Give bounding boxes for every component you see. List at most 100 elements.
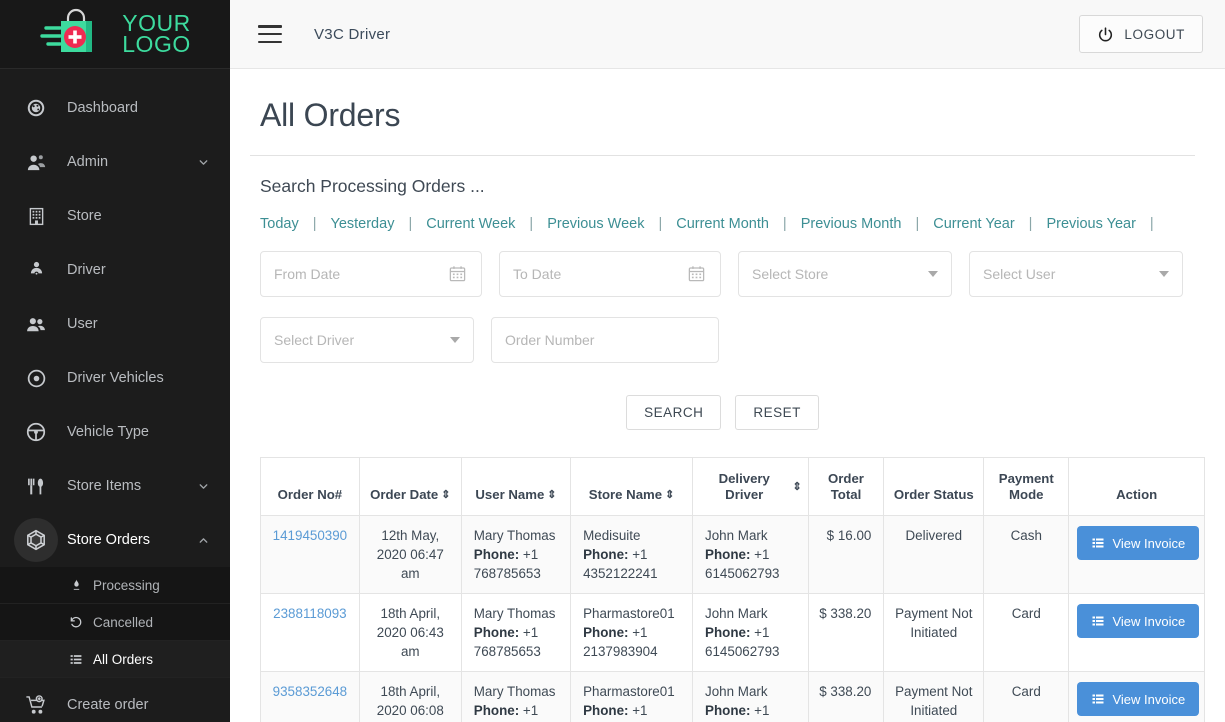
- table-header-row: Order No# Order Date ⇕ User Name ⇕ Store N…: [260, 457, 1205, 516]
- col-store-name[interactable]: Store Name ⇕: [570, 457, 694, 516]
- view-invoice-label: View Invoice: [1112, 613, 1186, 629]
- table-row: 9358352648 18th April, 2020 06:08 Mary T…: [260, 671, 1205, 722]
- order-number-link[interactable]: 2388118093: [273, 606, 346, 621]
- view-invoice-button[interactable]: View Invoice: [1077, 604, 1200, 638]
- sidebar-item-label: Vehicle Type: [67, 424, 149, 440]
- brand-logo-text: YOUR LOGO: [122, 12, 190, 56]
- driver-name: John Mark: [705, 684, 768, 699]
- calendar-icon[interactable]: [448, 264, 468, 284]
- order-number-placeholder: Order Number: [505, 332, 595, 348]
- sidebar-item-label: User: [67, 316, 98, 332]
- quick-filter-previous-year[interactable]: Previous Year: [1046, 216, 1135, 232]
- sidebar-item-store-orders[interactable]: Store Orders: [0, 513, 230, 567]
- chevron-up-icon[interactable]: [196, 533, 210, 547]
- sidebar-item-user[interactable]: User: [0, 297, 230, 351]
- quick-filter-current-week[interactable]: Current Week: [426, 216, 515, 232]
- cell-action: View Invoice: [1068, 593, 1205, 672]
- separator: |: [529, 216, 534, 232]
- quick-filter-current-year[interactable]: Current Year: [933, 216, 1014, 232]
- driver-name: John Mark: [705, 528, 768, 543]
- view-invoice-button[interactable]: View Invoice: [1077, 526, 1200, 560]
- sidebar-subitem-all-orders[interactable]: All Orders: [0, 641, 230, 678]
- user-phone: +1: [522, 703, 539, 718]
- sidebar-item-store-items[interactable]: Store Items: [0, 459, 230, 513]
- col-action: Action: [1068, 457, 1205, 516]
- sidebar-item-store[interactable]: Store: [0, 189, 230, 243]
- phone-label: Phone:: [473, 547, 520, 562]
- order-number-input[interactable]: Order Number: [491, 317, 719, 363]
- col-delivery-driver[interactable]: Delivery Driver ⇕: [692, 457, 809, 516]
- select-store-dropdown[interactable]: Select Store: [738, 251, 952, 297]
- col-user-name[interactable]: User Name ⇕: [460, 457, 572, 516]
- cell-order-status: Payment Not Initiated: [883, 671, 985, 722]
- sidebar-subitem-cancelled[interactable]: Cancelled: [0, 604, 230, 641]
- col-label: Delivery Driver: [718, 471, 770, 502]
- col-payment-mode: Payment Mode: [983, 457, 1070, 516]
- sidebar-item-vehicle-type[interactable]: Vehicle Type: [0, 405, 230, 459]
- orders-table-wrapper: Order No# Order Date ⇕ User Name ⇕ Store N…: [260, 457, 1205, 722]
- sidebar-item-create-order[interactable]: Create order: [0, 678, 230, 722]
- chevron-down-icon[interactable]: [196, 479, 210, 493]
- brand-logo[interactable]: YOUR LOGO: [0, 0, 230, 69]
- sort-icon[interactable]: ⇕: [792, 481, 801, 493]
- sort-icon[interactable]: ⇕: [441, 489, 450, 501]
- separator: |: [782, 216, 787, 232]
- filter-row-1: From Date To Date Select Store Select Us…: [250, 251, 1195, 297]
- cell-action: View Invoice: [1068, 671, 1205, 722]
- cart-plus-icon: [22, 691, 50, 719]
- col-label: User Name: [475, 487, 545, 502]
- hamburger-icon[interactable]: [258, 25, 282, 43]
- cell-order-date: 12th May, 2020 06:47 am: [358, 515, 462, 594]
- sort-icon[interactable]: ⇕: [665, 489, 674, 501]
- sidebar-item-dashboard[interactable]: Dashboard: [0, 81, 230, 135]
- logout-button[interactable]: LOGOUT: [1079, 15, 1203, 53]
- undo-icon: [68, 615, 84, 629]
- user-name: Mary Thomas: [473, 528, 556, 543]
- table-row: 2388118093 18th April, 2020 06:43 am Mar…: [260, 593, 1205, 672]
- building-icon: [22, 202, 50, 230]
- col-order-date[interactable]: Order Date ⇕: [358, 457, 462, 516]
- view-invoice-label: View Invoice: [1112, 535, 1186, 551]
- quick-filter-previous-month[interactable]: Previous Month: [801, 216, 902, 232]
- store-name: Medisuite: [583, 528, 641, 543]
- quick-filter-previous-week[interactable]: Previous Week: [547, 216, 644, 232]
- title-divider: [250, 155, 1195, 156]
- phone-label: Phone:: [583, 625, 629, 640]
- sidebar-subitem-processing[interactable]: Processing: [0, 567, 230, 604]
- logout-label: LOGOUT: [1124, 26, 1185, 42]
- order-number-link[interactable]: 1419450390: [273, 528, 347, 543]
- cutlery-icon: [22, 472, 50, 500]
- target-icon: [22, 364, 50, 392]
- select-driver-dropdown[interactable]: Select Driver: [260, 317, 474, 363]
- cell-order-total: $ 16.00: [807, 515, 885, 594]
- reset-button[interactable]: RESET: [735, 395, 819, 430]
- power-icon: [1097, 26, 1114, 43]
- separator: |: [658, 216, 663, 232]
- quick-filter-current-month[interactable]: Current Month: [676, 216, 769, 232]
- calendar-icon[interactable]: [687, 264, 707, 284]
- quick-filter-today[interactable]: Today: [260, 216, 299, 232]
- search-button[interactable]: SEARCH: [626, 395, 722, 430]
- chevron-down-icon[interactable]: [196, 155, 210, 169]
- separator: |: [1028, 216, 1033, 232]
- sidebar-subitem-label: All Orders: [93, 651, 154, 667]
- filter-actions: SEARCH RESET: [250, 395, 1195, 430]
- sidebar-item-driver-vehicles[interactable]: Driver Vehicles: [0, 351, 230, 405]
- from-date-input[interactable]: From Date: [260, 251, 482, 297]
- sidebar-item-driver[interactable]: Driver: [0, 243, 230, 297]
- to-date-input[interactable]: To Date: [499, 251, 721, 297]
- sidebar-item-label: Store Orders: [67, 532, 150, 548]
- sidebar-item-admin[interactable]: Admin: [0, 135, 230, 189]
- select-user-dropdown[interactable]: Select User: [969, 251, 1183, 297]
- sidebar-nav: Dashboard Admin Store Driver User Driver…: [0, 69, 230, 722]
- quick-filter-yesterday[interactable]: Yesterday: [330, 216, 394, 232]
- order-number-link[interactable]: 9358352648: [273, 684, 347, 699]
- sort-icon[interactable]: ⇕: [547, 489, 556, 501]
- select-store-placeholder: Select Store: [752, 266, 829, 282]
- col-label: Payment Mode: [998, 471, 1054, 502]
- top-bar: V3C Driver LOGOUT: [230, 0, 1225, 69]
- admin-users-icon: [22, 148, 50, 176]
- from-date-placeholder: From Date: [274, 266, 341, 282]
- view-invoice-button[interactable]: View Invoice: [1077, 682, 1200, 716]
- cell-payment-mode: Card: [983, 593, 1070, 672]
